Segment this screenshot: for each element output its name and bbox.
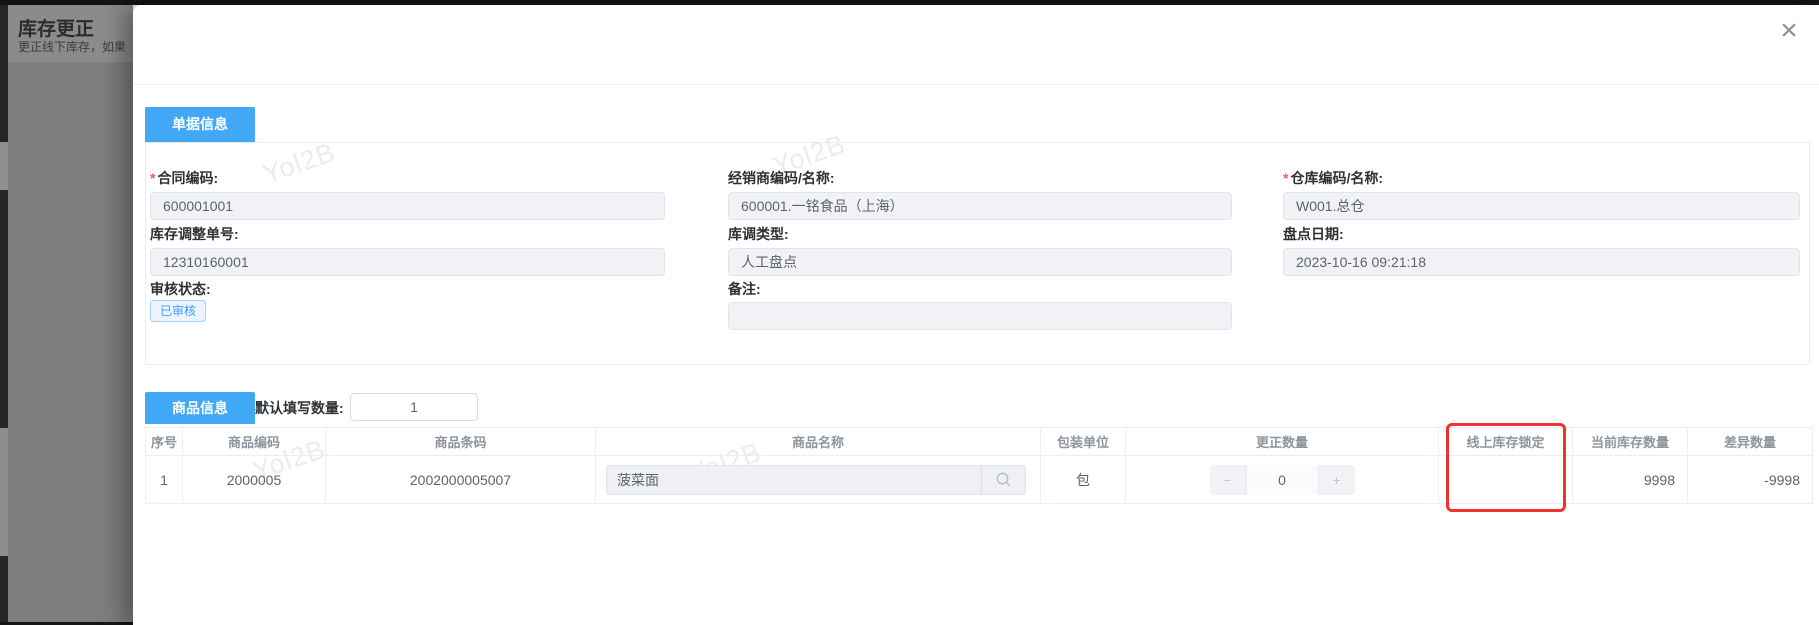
adjust-type-label: 库调类型: bbox=[728, 226, 789, 242]
screen: 库存更正 更正线下库存，如果 × Yol2B Yol2B Yol2B Yol2B… bbox=[0, 0, 1819, 625]
product-name-value[interactable]: 菠菜面 bbox=[607, 466, 981, 494]
required-asterisk: * bbox=[150, 170, 156, 186]
search-icon bbox=[996, 472, 1011, 487]
contract-code-field[interactable]: 600001001 bbox=[150, 192, 665, 220]
contract-code-label: * 合同编码: bbox=[150, 170, 219, 186]
cell-current-stock: 9998 bbox=[1572, 455, 1688, 504]
col-product-name: 商品名称 bbox=[595, 427, 1041, 456]
col-barcode: 商品条码 bbox=[325, 427, 596, 456]
search-button[interactable] bbox=[981, 465, 1025, 494]
inventory-correction-drawer: × Yol2B Yol2B Yol2B Yol2B 单据信息 * 合同编码: 60… bbox=[133, 5, 1819, 625]
product-table: 序号 商品编码 商品条码 商品名称 包装单位 更正数量 线上库存锁定 当前库存数… bbox=[145, 427, 1813, 504]
check-date-label: 盘点日期: bbox=[1283, 226, 1344, 242]
page-title: 库存更正 bbox=[18, 19, 95, 40]
product-name-search-input[interactable]: 菠菜面 bbox=[606, 464, 1026, 495]
warehouse-label: * 仓库编码/名称: bbox=[1283, 170, 1384, 186]
audit-status-badge: 已审核 bbox=[150, 300, 207, 322]
page-subtitle: 更正线下库存，如果 bbox=[18, 40, 127, 54]
tab-doc-info[interactable]: 单据信息 bbox=[145, 107, 255, 142]
rail-thumb bbox=[0, 428, 8, 556]
cell-unit: 包 bbox=[1040, 455, 1126, 504]
plus-button[interactable]: + bbox=[1319, 465, 1355, 495]
col-diff-qty: 差异数量 bbox=[1687, 427, 1813, 456]
col-online-stock-lock: 线上库存锁定 bbox=[1438, 427, 1573, 456]
tab-product-info[interactable]: 商品信息 bbox=[145, 392, 255, 424]
cell-seq: 1 bbox=[145, 455, 183, 504]
header-divider bbox=[133, 84, 1819, 85]
adjust-no-field[interactable]: 12310160001 bbox=[150, 248, 665, 276]
qty-value[interactable]: 0 bbox=[1245, 464, 1319, 495]
remark-label: 备注: bbox=[728, 281, 761, 297]
adjust-type-field[interactable]: 人工盘点 bbox=[728, 248, 1232, 276]
cell-product-code: 2000005 bbox=[182, 455, 326, 504]
col-unit: 包装单位 bbox=[1040, 427, 1126, 456]
table-row: 1 2000005 2002000005007 菠菜面 包 − 0 + 9998… bbox=[145, 455, 1813, 504]
col-current-stock: 当前库存数量 bbox=[1572, 427, 1688, 456]
default-qty-input[interactable]: 1 bbox=[350, 393, 478, 421]
audit-status-label: 审核状态: bbox=[150, 281, 211, 297]
dealer-field[interactable]: 600001.一铭食品（上海） bbox=[728, 192, 1232, 220]
col-seq: 序号 bbox=[145, 427, 183, 456]
cell-product-name: 菠菜面 bbox=[595, 455, 1041, 504]
minus-button[interactable]: − bbox=[1210, 465, 1246, 495]
col-product-code: 商品编码 bbox=[182, 427, 326, 456]
cell-diff-qty: -9998 bbox=[1687, 455, 1813, 504]
dimmed-page-strip: 库存更正 更正线下库存，如果 bbox=[0, 5, 133, 625]
cell-correct-qty: − 0 + bbox=[1125, 455, 1439, 504]
qty-stepper[interactable]: − 0 + bbox=[1209, 464, 1355, 495]
remark-field[interactable] bbox=[728, 302, 1232, 330]
default-qty-label: 默认填写数量: bbox=[255, 400, 344, 416]
table-header-row: 序号 商品编码 商品条码 商品名称 包装单位 更正数量 线上库存锁定 当前库存数… bbox=[145, 427, 1813, 456]
rail-thumb bbox=[0, 142, 8, 190]
warehouse-field[interactable]: W001.总仓 bbox=[1283, 192, 1800, 220]
cell-barcode: 2002000005007 bbox=[325, 455, 596, 504]
close-icon[interactable]: × bbox=[1771, 13, 1807, 49]
adjust-no-label: 库存调整单号: bbox=[150, 226, 239, 242]
dealer-label: 经销商编码/名称: bbox=[728, 170, 835, 186]
cell-online-stock-lock bbox=[1438, 455, 1573, 504]
col-correct-qty: 更正数量 bbox=[1125, 427, 1439, 456]
required-asterisk: * bbox=[1283, 170, 1289, 186]
check-date-field[interactable]: 2023-10-16 09:21:18 bbox=[1283, 248, 1800, 276]
left-rail bbox=[0, 5, 8, 625]
